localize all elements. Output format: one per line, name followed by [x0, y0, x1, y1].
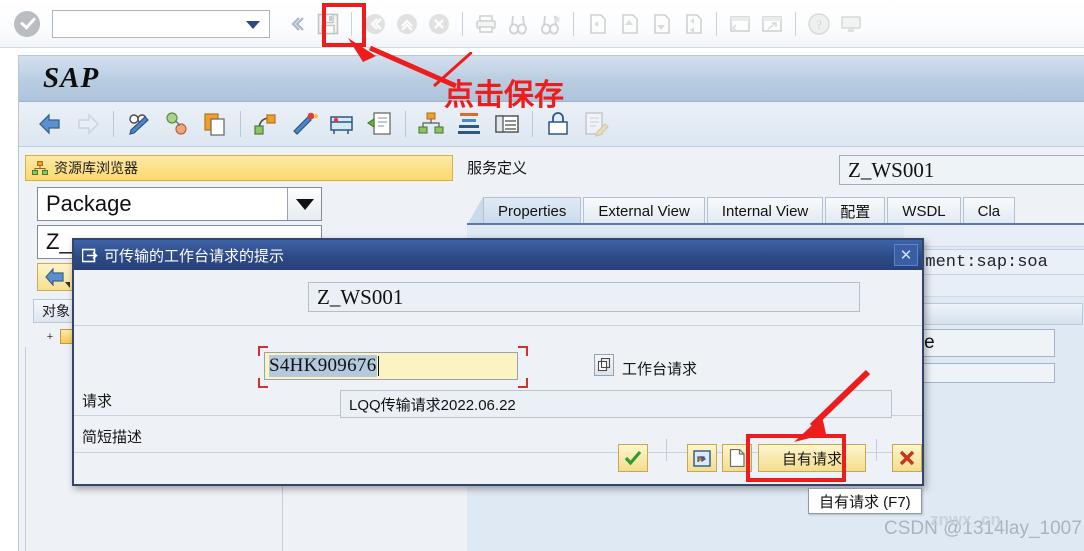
create-session-icon[interactable]: [725, 9, 755, 39]
prompt-icon: [82, 248, 98, 263]
close-icon[interactable]: ✕: [894, 244, 918, 266]
object-navigator-icon[interactable]: [250, 108, 282, 140]
request-type-label: 工作台请求: [622, 361, 698, 378]
system-toolbar: ?: [0, 0, 1084, 48]
last-page-icon[interactable]: [678, 9, 708, 39]
tab-internal-view[interactable]: Internal View: [706, 197, 824, 225]
first-page-icon[interactable]: [582, 9, 612, 39]
check-object-icon[interactable]: [364, 108, 396, 140]
tab-configuration[interactable]: 配置: [825, 197, 886, 225]
text-caret: [377, 356, 379, 376]
object-type-select[interactable]: Package: [37, 187, 322, 221]
check-circle-icon[interactable]: [14, 10, 40, 37]
display-change-icon[interactable]: [123, 108, 155, 140]
create-request-button[interactable]: [687, 444, 717, 472]
tree-expander-icon[interactable]: +: [45, 331, 55, 343]
exit-icon[interactable]: [392, 9, 422, 39]
activate-icon[interactable]: [326, 108, 358, 140]
service-definition-label: 服务定义: [467, 160, 528, 177]
next-page-icon[interactable]: [646, 9, 676, 39]
find-next-icon[interactable]: [535, 9, 565, 39]
previous-page-icon[interactable]: [614, 9, 644, 39]
own-requests-highlight: [746, 434, 846, 482]
hierarchy-icon[interactable]: [415, 108, 447, 140]
save-annotation-text: 点击保存: [444, 78, 564, 113]
dialog-title: 可传输的工作台请求的提示: [104, 247, 285, 265]
help-icon[interactable]: ?: [804, 9, 834, 39]
cancel-icon[interactable]: [424, 9, 454, 39]
screenshot-root: ? SAP 资源库浏览器 Package Z_ 对象 + 服务定义 Z_WS00…: [0, 0, 1084, 551]
namespace-value: cument:sap:soa: [904, 249, 1084, 275]
notes-icon[interactable]: [580, 108, 612, 140]
tab-external-view[interactable]: External View: [583, 197, 705, 225]
tab-leading-shape: [467, 197, 483, 225]
back-arrow-icon[interactable]: [34, 108, 66, 140]
own-requests-tooltip: 自有请求 (F7): [808, 488, 922, 514]
request-input-wrapper: S4HK909676: [258, 346, 528, 388]
description-input[interactable]: LQQ传输请求2022.06.22: [340, 390, 892, 418]
watermark-overlay: znwx_cn: [930, 510, 1001, 529]
tab-classification[interactable]: Cla: [962, 197, 1016, 225]
dialog-title-bar: 可传输的工作台请求的提示 ✕: [74, 240, 922, 270]
object-list-header-label: 对象: [42, 303, 70, 319]
sap-logo: SAP: [43, 62, 100, 94]
back-to-start-icon[interactable]: [281, 9, 311, 39]
save-button-highlight: [322, 3, 366, 47]
description-value: LQQ传输请求2022.06.22: [349, 396, 516, 414]
find-icon[interactable]: [503, 9, 533, 39]
cancel-button[interactable]: [892, 444, 922, 472]
forward-arrow-icon[interactable]: [72, 108, 104, 140]
tab-properties[interactable]: Properties: [483, 197, 582, 225]
tab-wsdl[interactable]: WSDL: [887, 197, 961, 225]
repository-browser-icon: [32, 160, 48, 176]
repository-browser-title: 资源库浏览器: [54, 160, 138, 176]
command-field[interactable]: [52, 9, 270, 38]
print-icon[interactable]: [471, 9, 501, 39]
svg-text:?: ?: [816, 17, 822, 32]
service-definition-value: Z_WS001: [839, 155, 1084, 185]
value-help-icon[interactable]: [594, 354, 614, 376]
object-type-value: Package: [46, 191, 132, 216]
chevron-down-icon[interactable]: [246, 20, 260, 29]
chevron-down-icon[interactable]: [287, 188, 321, 220]
copy-object-icon[interactable]: [199, 108, 231, 140]
create-shortcut-icon[interactable]: [757, 9, 787, 39]
where-used-icon[interactable]: [161, 108, 193, 140]
request-input[interactable]: S4HK909676: [264, 352, 518, 380]
package-name-value: Z_: [46, 229, 72, 254]
continue-button[interactable]: [618, 444, 648, 472]
tab-strip: Properties External View Internal View 配…: [467, 195, 1017, 225]
request-label: 请求: [82, 393, 113, 410]
repository-browser-header: 资源库浏览器: [25, 155, 453, 181]
wand-icon[interactable]: [288, 108, 320, 140]
request-value: S4HK909676: [269, 355, 377, 377]
layout-menu-icon[interactable]: [836, 9, 866, 39]
dialog-object-value: Z_WS001: [308, 282, 860, 312]
history-back-button[interactable]: [37, 263, 73, 291]
